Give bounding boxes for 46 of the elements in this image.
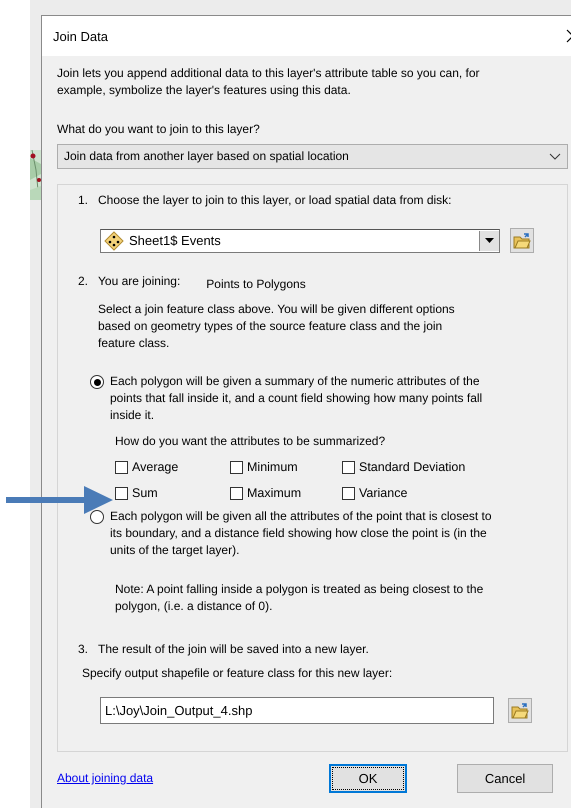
output-path-field[interactable]: L:\Joy\Join_Output_4.shp (100, 697, 494, 724)
layer-combo-box[interactable]: Sheet1$ Events (100, 228, 500, 252)
option-text: Each polygon will be given all the attributes of the point that is closest to its boundary, and a distance field showing how close the point is (in the units of the target layer). (110, 508, 493, 559)
open-folder-button[interactable] (510, 228, 534, 253)
step-number: 2. (78, 273, 90, 290)
chevron-down-icon (549, 153, 561, 160)
ok-button[interactable]: OK (329, 764, 408, 793)
checkbox-label: Average (132, 459, 178, 476)
join-type-dropdown[interactable]: Join data from another layer based on spatial location (57, 144, 568, 169)
intro-text: Join lets you append additional data to this layer's attribute table so you can, for example, symbolize the layer's features using this data. (57, 65, 481, 99)
checkbox[interactable] (115, 487, 128, 500)
checkbox-label: Variance (359, 485, 408, 502)
combo-value: Sheet1$ Events (129, 232, 222, 249)
checkbox-label: Minimum (247, 459, 298, 476)
checkbox-label: Standard Deviation (359, 459, 466, 476)
note-text: Note: A point falling inside a polygon is treated as being closest to the polygon, (i.e. a distance of 0). (115, 581, 484, 615)
join-kind-text: Points to Polygons (206, 276, 306, 293)
question-label: What do you want to join to this layer? (57, 121, 261, 138)
browse-folder-button[interactable] (508, 698, 532, 723)
radio-button[interactable] (90, 510, 104, 524)
step-label: Choose the layer to join to this layer, or load spatial data from disk: (98, 192, 452, 209)
dropdown-button[interactable] (479, 230, 499, 250)
folder-icon (511, 702, 529, 718)
checkbox-label: Maximum (247, 485, 302, 502)
step-number: 1. (78, 192, 90, 209)
step-number: 3. (78, 641, 90, 658)
checkbox[interactable] (230, 487, 243, 500)
help-link[interactable]: About joining data (57, 770, 154, 787)
checkbox[interactable] (342, 487, 355, 500)
triangle-down-icon (485, 238, 494, 243)
question-text: How do you want the attributes to be summarized? (115, 433, 386, 450)
option-text: Each polygon will be given a summary of the numeric attributes of the points that fall inside it, and a count field showing how many points fall inside it. (110, 373, 484, 424)
dropdown-value: Join data from another layer based on spatial location (64, 148, 349, 165)
description-text: Select a join feature class above. You will be given different options based on geometry types of the source feature class and the join feature class. (98, 301, 456, 352)
diamond-icon (104, 230, 124, 250)
checkbox[interactable] (115, 461, 128, 474)
cancel-button[interactable]: Cancel (457, 764, 554, 793)
checkbox[interactable] (342, 461, 355, 474)
window-title: Join Data (53, 28, 108, 44)
step-label: You are joining: (98, 273, 180, 290)
folder-icon (513, 232, 531, 248)
checkbox[interactable] (230, 461, 243, 474)
radio-button[interactable] (90, 375, 104, 389)
prompt-text: Specify output shapefile or feature class for this new layer: (82, 665, 394, 682)
checkbox-label: Sum (132, 485, 158, 502)
step-label: The result of the join will be saved into a new layer. (98, 641, 369, 658)
